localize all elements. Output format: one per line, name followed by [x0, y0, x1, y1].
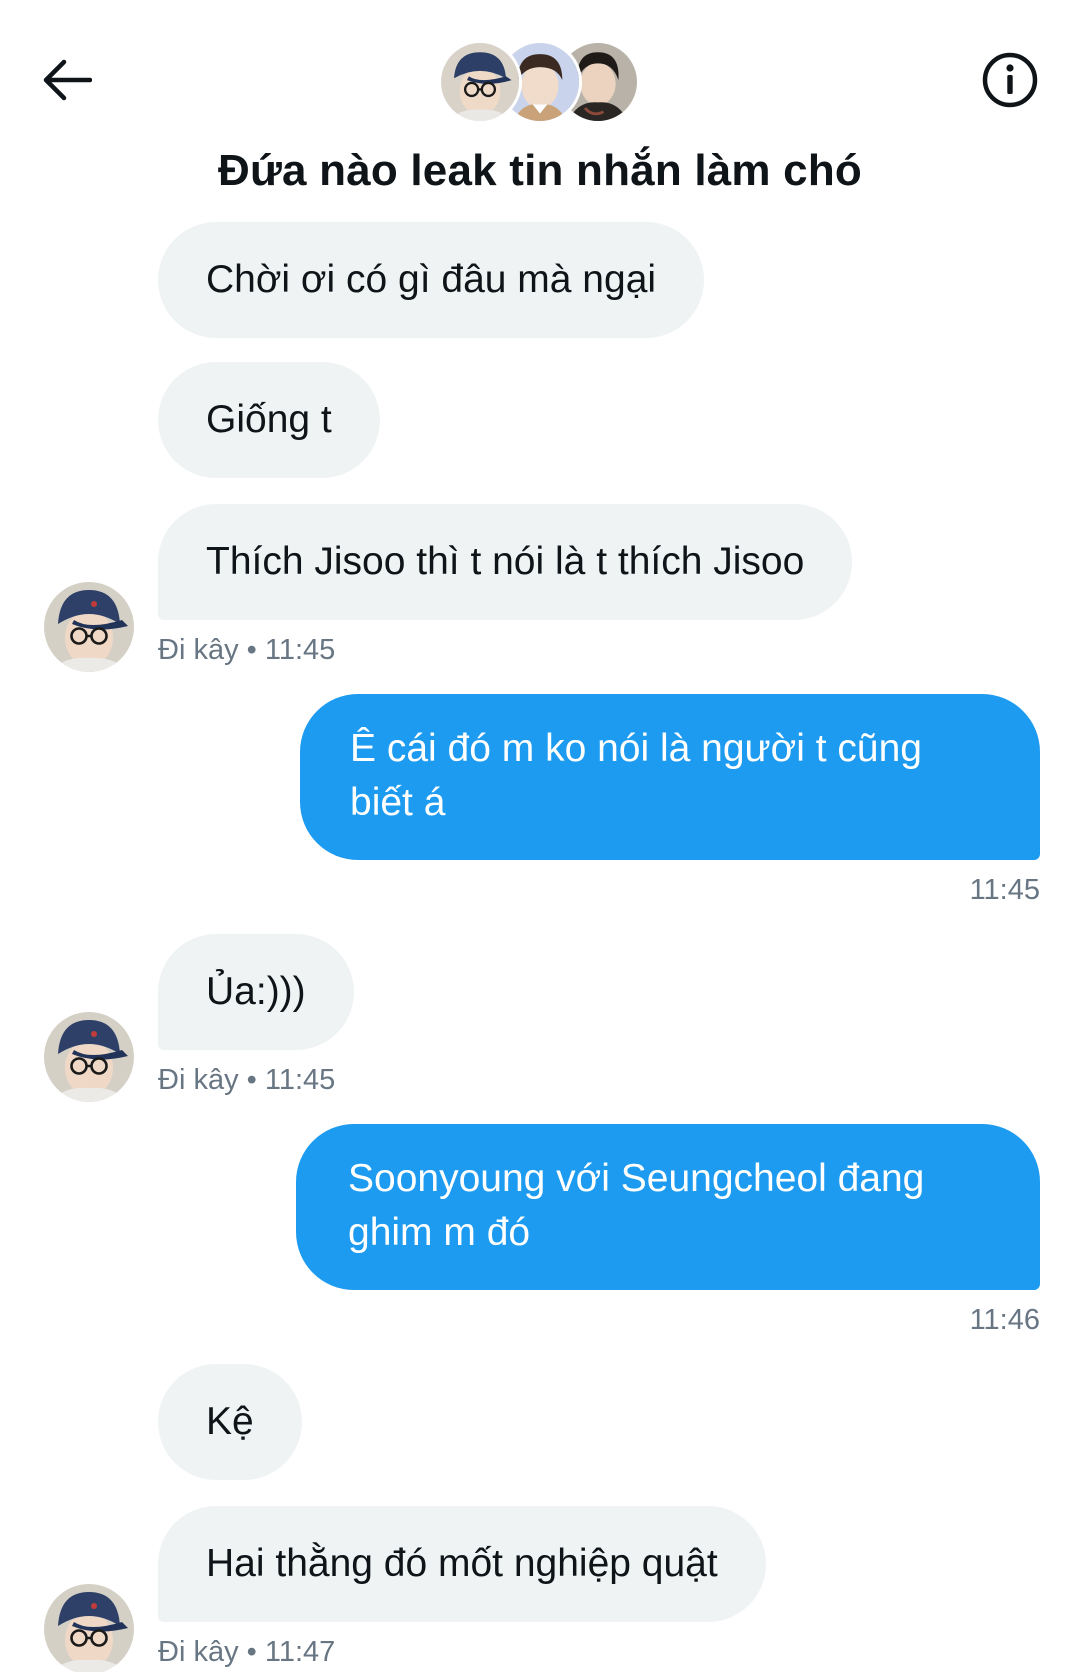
- arrow-left-icon: [43, 59, 92, 101]
- sender-avatar[interactable]: [44, 1584, 134, 1672]
- incoming-message-bubble[interactable]: Hai thằng đó mốt nghiệp quật: [158, 1506, 766, 1622]
- member-avatar: [438, 40, 522, 124]
- dm-conversation-screen: Đứa nào leak tin nhắn làm chó Chời ơi có…: [0, 0, 1080, 1672]
- message-text: Hai thằng đó mốt nghiệp quật: [206, 1542, 718, 1585]
- message-text: Thích Jisoo thì t nói là t thích Jisoo: [206, 540, 805, 583]
- info-icon: [982, 52, 1038, 108]
- incoming-message-bubble[interactable]: Giống t: [158, 362, 380, 478]
- sender-avatar[interactable]: [44, 1012, 134, 1102]
- back-button[interactable]: [36, 52, 96, 108]
- message-text: Chời ơi có gì đâu mà ngại: [206, 258, 657, 301]
- incoming-message-bubble[interactable]: Ủa:))): [158, 934, 354, 1050]
- message-text: Kệ: [206, 1400, 254, 1443]
- message-timestamp: 11:45: [969, 874, 1040, 906]
- message-text: Ê cái đó m ko nói là người t cũng biết á: [350, 727, 922, 824]
- incoming-message-bubble[interactable]: Chời ơi có gì đâu mà ngại: [158, 222, 705, 338]
- outgoing-message-bubble[interactable]: Ê cái đó m ko nói là người t cũng biết á: [300, 694, 1040, 860]
- conversation-info-button[interactable]: [978, 48, 1042, 112]
- message-meta: Đi kây • 11:45: [158, 634, 336, 666]
- message-text: Giống t: [206, 398, 332, 441]
- sender-avatar[interactable]: [44, 582, 134, 672]
- message-timestamp: 11:46: [969, 1304, 1040, 1336]
- message-text: Soonyoung với Seungcheol đang ghim m đó: [348, 1157, 925, 1254]
- incoming-message-bubble[interactable]: Kệ: [158, 1364, 302, 1480]
- message-meta: Đi kây • 11:47: [158, 1636, 336, 1668]
- message-meta: Đi kây • 11:45: [158, 1064, 336, 1096]
- incoming-message-bubble[interactable]: Thích Jisoo thì t nói là t thích Jisoo: [158, 504, 853, 620]
- conversation-title: Đứa nào leak tin nhắn làm chó: [217, 146, 862, 195]
- group-avatars[interactable]: [438, 40, 642, 126]
- message-text: Ủa:))): [206, 970, 306, 1013]
- outgoing-message-bubble[interactable]: Soonyoung với Seungcheol đang ghim m đó: [296, 1124, 1040, 1290]
